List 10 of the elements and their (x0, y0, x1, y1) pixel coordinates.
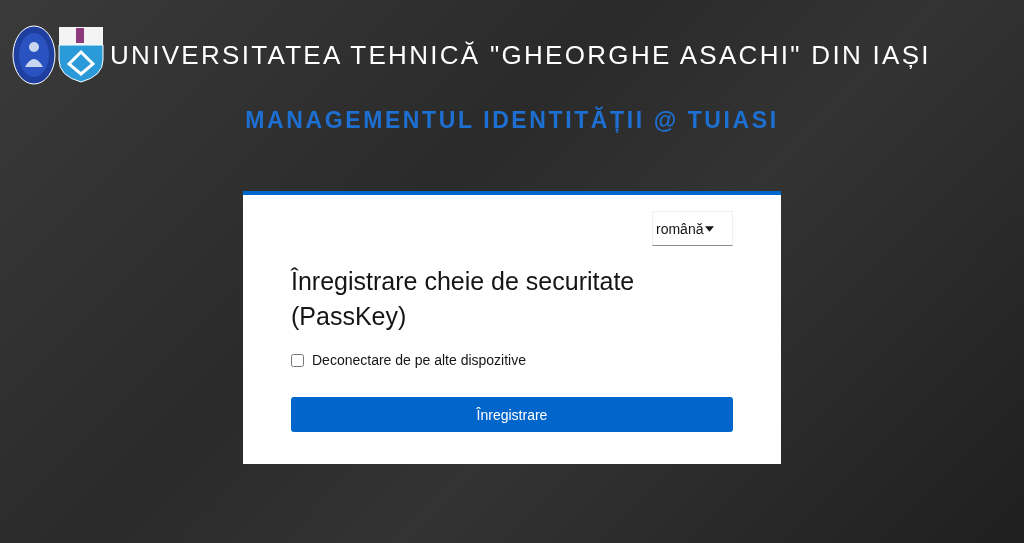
caret-icon (705, 226, 714, 232)
checkbox-label: Deconectare de pe alte dispozitive (312, 352, 527, 368)
seal-icon (12, 25, 56, 85)
checkbox[interactable] (291, 353, 304, 367)
university-name: UNIVERSITATEA TEHNICĂ "GHEORGHE ASACHI" DIN IAȘI (110, 39, 931, 71)
page-subtitle: MANAGEMENTUL IDENTITĂȚII @ TUIASI (245, 107, 779, 134)
card-heading: Înregistrare cheie de securitate (PassKey) (291, 266, 636, 332)
register-button[interactable]: Înregistrare (291, 397, 733, 432)
language-select[interactable]: română (652, 211, 733, 246)
shield-icon (58, 26, 104, 84)
